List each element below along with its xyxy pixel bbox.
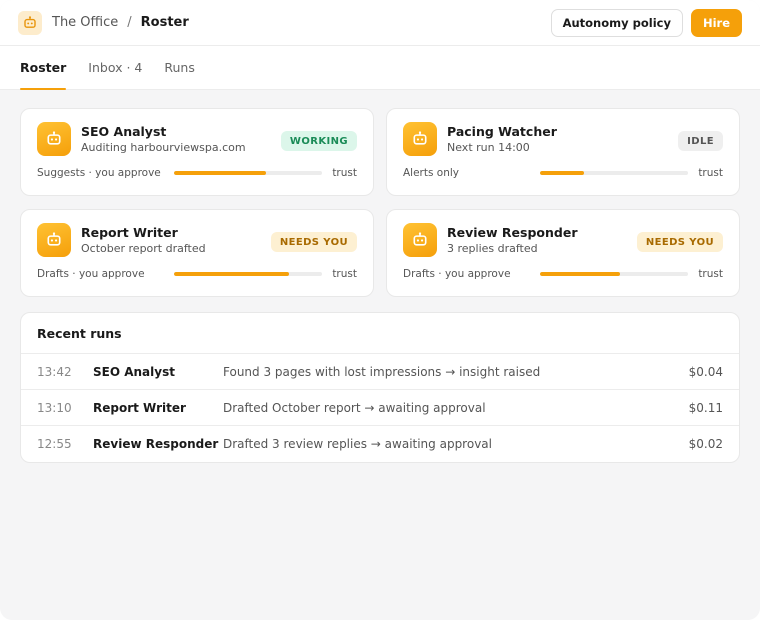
recent-runs-title: Recent runs [21, 313, 739, 354]
agent-subtitle: 3 replies drafted [447, 242, 538, 255]
run-time: 13:42 [37, 364, 72, 379]
trust-label: trust [332, 268, 357, 280]
run-agent: Report Writer [93, 400, 186, 415]
trust-bar [174, 171, 322, 175]
autonomy-mode-label: Suggests · you approve [37, 167, 161, 179]
trust-bar [540, 272, 688, 276]
agent-grid: SEO Analyst Auditing harbourviewspa.com … [20, 108, 740, 297]
run-agent: Review Responder [93, 437, 219, 451]
agent-card-pacing-watcher[interactable]: Pacing Watcher Next run 14:00 IDLE Alert… [386, 108, 740, 196]
trust-bar-fill [174, 272, 290, 276]
robot-icon [403, 223, 437, 257]
top-bar: The Office / Roster Autonomy policy Hire [0, 0, 760, 46]
recent-runs-panel: Recent runs 13:42 SEO Analyst Found 3 pa… [20, 312, 740, 463]
status-badge: NEEDS YOU [636, 232, 723, 252]
run-cost: $0.02 [688, 437, 723, 451]
table-row[interactable]: 12:55 Review Responder Drafted 3 review … [21, 426, 739, 462]
breadcrumb-separator: / [127, 15, 132, 30]
trust-label: trust [698, 268, 723, 280]
status-badge: IDLE [678, 131, 723, 151]
tab-inbox[interactable]: Inbox · 4 [88, 45, 142, 89]
tab-runs[interactable]: Runs [164, 45, 194, 89]
run-cost: $0.04 [688, 364, 723, 379]
header-actions: Autonomy policy Hire [550, 8, 742, 37]
trust-bar-fill [540, 171, 585, 175]
run-description: Found 3 pages with lost impressions → in… [223, 364, 541, 379]
table-row[interactable]: 13:10 Report Writer Drafted October repo… [21, 390, 739, 426]
tab-bar: Roster Inbox · 4 Runs [0, 46, 760, 90]
autonomy-mode-label: Drafts · you approve [403, 268, 511, 280]
autonomy-policy-button[interactable]: Autonomy policy [550, 8, 683, 37]
agent-subtitle: October report drafted [81, 242, 206, 255]
trust-label: trust [332, 167, 357, 179]
run-time: 12:55 [37, 437, 72, 451]
agent-card-report-writer[interactable]: Report Writer October report drafted NEE… [20, 209, 374, 297]
trust-bar-fill [540, 272, 620, 276]
hire-button[interactable]: Hire [690, 8, 742, 37]
robot-icon [37, 223, 71, 257]
agent-name: SEO Analyst [81, 124, 167, 139]
run-cost: $0.11 [688, 400, 723, 415]
agent-card-review-responder[interactable]: Review Responder 3 replies drafted NEEDS… [386, 209, 740, 297]
agent-name: Report Writer [81, 225, 178, 240]
autonomy-mode-label: Drafts · you approve [37, 268, 145, 280]
trust-bar [540, 171, 688, 175]
run-time: 13:10 [37, 400, 72, 415]
trust-bar-fill [174, 171, 266, 175]
agent-card-seo-analyst[interactable]: SEO Analyst Auditing harbourviewspa.com … [20, 108, 374, 196]
agent-name: Review Responder [447, 225, 578, 240]
robot-icon [37, 122, 71, 156]
run-description: Drafted October report → awaiting approv… [223, 400, 486, 415]
tab-roster[interactable]: Roster [20, 45, 67, 90]
run-description: Drafted 3 review replies → awaiting appr… [223, 437, 492, 451]
robot-icon [18, 10, 42, 35]
agent-subtitle: Next run 14:00 [447, 141, 530, 154]
agent-subtitle: Auditing harbourviewspa.com [81, 141, 246, 154]
breadcrumb-workspace[interactable]: The Office [52, 15, 118, 30]
status-badge: WORKING [280, 131, 357, 151]
trust-bar [174, 272, 322, 276]
page-title: Roster [140, 15, 189, 30]
table-row[interactable]: 13:42 SEO Analyst Found 3 pages with los… [21, 354, 739, 390]
autonomy-mode-label: Alerts only [403, 167, 460, 179]
app-window: The Office / Roster Autonomy policy Hire… [0, 0, 760, 620]
run-agent: SEO Analyst [93, 364, 175, 379]
status-badge: NEEDS YOU [270, 232, 357, 252]
trust-label: trust [698, 167, 723, 179]
robot-icon [403, 122, 437, 156]
agent-name: Pacing Watcher [447, 124, 557, 139]
